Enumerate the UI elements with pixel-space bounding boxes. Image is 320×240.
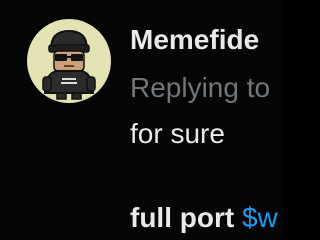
replying-to-label: Replying to	[130, 72, 271, 103]
user-avatar[interactable]	[27, 19, 111, 103]
post-text: for sure	[130, 118, 225, 149]
display-name[interactable]: Memefide	[130, 22, 259, 58]
next-post-text: full port $w	[130, 200, 278, 236]
next-post-bold-text: full port	[130, 202, 235, 233]
reply-post[interactable]: Memefide Replying to for sure full port …	[0, 0, 282, 240]
cartoon-character-avatar-icon	[42, 29, 96, 100]
cashtag-link[interactable]: $w	[242, 202, 278, 233]
